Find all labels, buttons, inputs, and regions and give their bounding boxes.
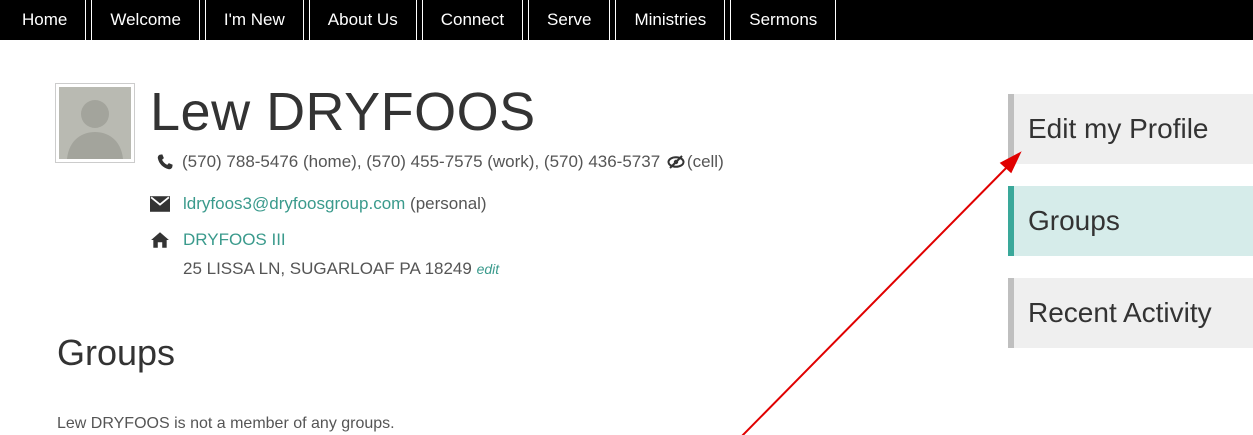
eye-slash-icon <box>667 155 685 169</box>
sidebar-groups[interactable]: Groups <box>1008 186 1253 256</box>
family-link[interactable]: DRYFOOS III <box>183 229 286 251</box>
home-icon <box>151 232 169 248</box>
email-link[interactable]: ldryfoos3@dryfoosgroup.com <box>183 194 405 213</box>
nav-tab-about-us[interactable]: About Us <box>308 0 417 40</box>
nav-tabs: Home Welcome I'm New About Us Connect Se… <box>0 0 841 40</box>
groups-empty-message: Lew DRYFOOS is not a member of any group… <box>57 415 395 432</box>
profile-name: Lew DRYFOOS <box>150 82 536 142</box>
nav-tab-sermons[interactable]: Sermons <box>730 0 837 40</box>
edit-address-link[interactable]: edit <box>477 261 500 277</box>
nav-tab-welcome[interactable]: Welcome <box>91 0 200 40</box>
nav-tab-im-new[interactable]: I'm New <box>204 0 304 40</box>
sidebar-edit-profile[interactable]: Edit my Profile <box>1008 94 1253 164</box>
sidebar-recent-activity[interactable]: Recent Activity <box>1008 278 1253 348</box>
email-line: ldryfoos3@dryfoosgroup.com (personal) <box>183 193 487 215</box>
nav-tab-connect[interactable]: Connect <box>421 0 524 40</box>
default-avatar-icon <box>59 87 131 159</box>
envelope-icon <box>150 196 170 212</box>
phone-list: (570) 788-5476 (home), (570) 455-7575 (w… <box>182 152 661 171</box>
address-line: 25 LISSA LN, SUGARLOAF PA 18249 edit <box>183 258 499 280</box>
email-type: (personal) <box>410 194 487 213</box>
avatar <box>55 83 135 163</box>
phone-numbers: (570) 788-5476 (home), (570) 455-7575 (w… <box>182 151 724 173</box>
nav-tab-serve[interactable]: Serve <box>528 0 611 40</box>
groups-heading: Groups <box>57 332 176 373</box>
address: 25 LISSA LN, SUGARLOAF PA 18249 <box>183 259 472 278</box>
phone-icon <box>157 154 173 170</box>
top-navigation: Home Welcome I'm New About Us Connect Se… <box>0 0 1253 40</box>
phone-cell-label: (cell) <box>686 152 724 171</box>
nav-tab-ministries[interactable]: Ministries <box>615 0 726 40</box>
nav-tab-home[interactable]: Home <box>0 0 87 40</box>
